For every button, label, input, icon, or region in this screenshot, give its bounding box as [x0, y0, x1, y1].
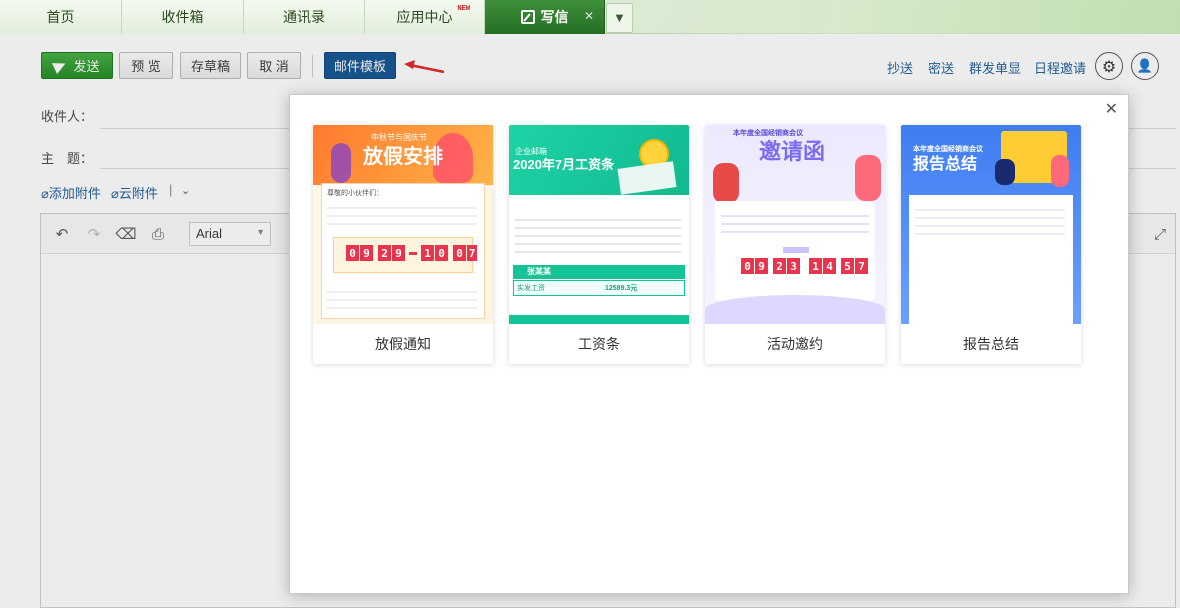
payslip-title: 2020年7月工资条 [513, 157, 615, 172]
new-badge: NEW [457, 4, 470, 12]
close-icon[interactable]: ✕ [1105, 99, 1118, 118]
tab-inbox[interactable]: 收件箱 [122, 0, 244, 34]
close-icon[interactable]: ✕ [584, 9, 594, 23]
tab-app-center[interactable]: 应用中心 NEW [365, 0, 485, 34]
tab-label: 通讯录 [283, 10, 325, 26]
payslip-tag: 企业邮箱 [515, 147, 547, 156]
compose-icon [520, 10, 535, 24]
banner-title: 放假安排 [363, 146, 443, 168]
template-name: 报告总结 [963, 336, 1019, 352]
report-title: 报告总结 [913, 156, 978, 173]
tab-compose[interactable]: 写信 ✕ [485, 0, 605, 34]
tab-label: 写信 [540, 10, 569, 26]
employee-name: 张某某 [527, 267, 551, 276]
salary-value: 12589.3元 [605, 285, 638, 292]
template-body-text: 尊敬的小伙伴们： [327, 190, 383, 197]
tab-label: 应用中心 [396, 10, 453, 26]
salary-label: 实发工资 [517, 285, 545, 292]
chevron-down-icon: ▼ [615, 12, 624, 24]
template-thumbnail: 企业邮箱 2020年7月工资条 张某某 实发工资 12589.3元 [509, 125, 689, 324]
template-thumbnail: 本年度全国经销商会议 报告总结 [901, 125, 1081, 324]
template-card-holiday[interactable]: 中秋节与国庆节 放假安排 尊敬的小伙伴们： 09 29 10 07 放假通知 [313, 125, 493, 364]
tab-label: 首页 [46, 10, 75, 26]
template-thumbnail: 中秋节与国庆节 放假安排 尊敬的小伙伴们： 09 29 10 07 [313, 125, 493, 324]
invitation-subtitle: 本年度全国经销商会议 [733, 130, 803, 137]
tab-label: 收件箱 [161, 10, 204, 26]
template-card-payslip[interactable]: 企业邮箱 2020年7月工资条 张某某 实发工资 12589.3元 工资条 [509, 125, 689, 364]
template-name: 工资条 [578, 336, 620, 352]
template-thumbnail: 本年度全国经销商会议 邀请函 09 23 14 57 [705, 125, 885, 324]
tab-home[interactable]: 首页 [0, 0, 122, 34]
tab-contacts[interactable]: 通讯录 [244, 0, 365, 34]
header-decoration [620, 0, 1180, 34]
template-picker-dialog: ✕ 中秋节与国庆节 放假安排 尊敬的小伙伴们： 09 29 10 07 放假通知 [289, 94, 1129, 594]
template-card-report[interactable]: 本年度全国经销商会议 报告总结 报告总结 [901, 125, 1081, 364]
invitation-title: 邀请函 [759, 139, 826, 164]
template-name: 放假通知 [375, 336, 431, 352]
more-tabs-button[interactable]: ▼ [606, 3, 633, 33]
template-card-invitation[interactable]: 本年度全国经销商会议 邀请函 09 23 14 57 活动邀约 [705, 125, 885, 364]
banner-subtitle: 中秋节与国庆节 [371, 133, 427, 142]
report-subtitle: 本年度全国经销商会议 [913, 146, 983, 153]
template-name: 活动邀约 [767, 336, 823, 352]
